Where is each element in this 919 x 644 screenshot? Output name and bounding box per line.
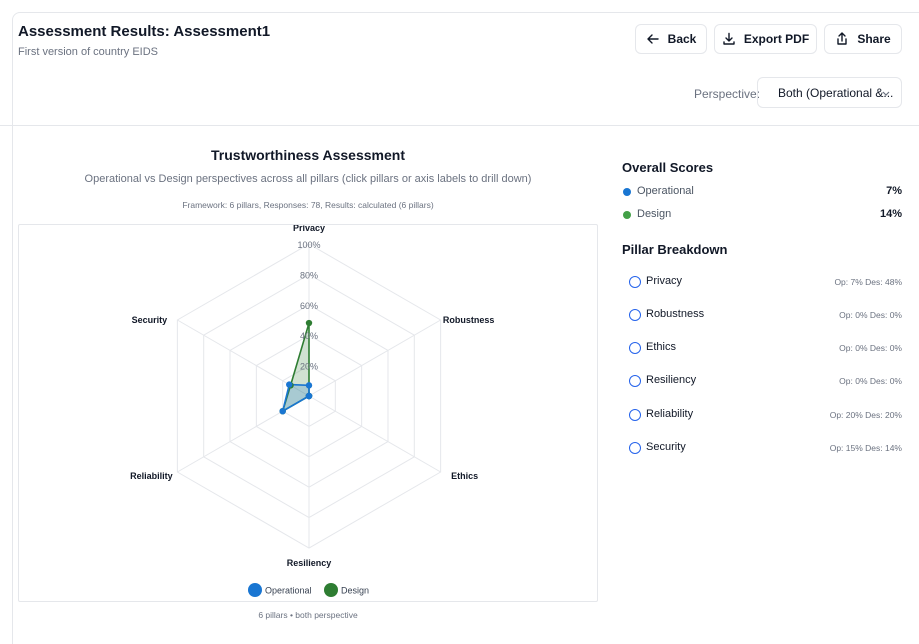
radio-circle-icon — [629, 276, 641, 288]
chart-meta: Framework: 6 pillars, Responses: 78, Res… — [182, 200, 434, 210]
export-pdf-label: Export PDF — [743, 32, 810, 46]
score-row-design: Design 14% — [622, 207, 902, 225]
radial-tick-label: 40% — [300, 331, 318, 341]
radio-circle-icon — [629, 309, 641, 321]
radio-circle-icon — [629, 442, 641, 454]
radio-circle-icon — [629, 342, 641, 354]
radial-tick-label: 100% — [297, 240, 320, 250]
radar-chart: 20% 40% 60% 80% 100% Privacy Robustness Ethics R… — [130, 225, 495, 597]
pillar-row-resiliency[interactable]: Resiliency Op: 0% Des: 0% — [622, 369, 902, 393]
share-icon — [837, 32, 848, 45]
pillar-label: Security — [646, 441, 686, 453]
score-label: Design — [637, 208, 672, 220]
score-value: 14% — [879, 208, 902, 220]
back-button[interactable]: Back — [635, 24, 707, 54]
grid-spoke — [308, 395, 441, 473]
chart-title: Trustworthiness Assessment — [211, 147, 405, 163]
legend-swatch-operational — [248, 583, 262, 597]
pillar-row-ethics[interactable]: Ethics Op: 0% Des: 0% — [622, 336, 902, 360]
operational-dot-icon — [623, 188, 631, 196]
score-row-operational: Operational 7% — [622, 184, 902, 202]
pillar-values: Op: 0% Des: 0% — [839, 310, 902, 320]
axis-label-reliability[interactable]: Reliability — [130, 471, 173, 481]
legend-swatch-design — [324, 583, 338, 597]
share-label: Share — [857, 32, 891, 46]
grid-spoke — [308, 319, 441, 397]
pillar-values: Op: 20% Des: 20% — [829, 410, 902, 420]
page-title: Assessment Results: Assessment1 — [18, 23, 271, 40]
back-label: Back — [667, 32, 697, 46]
radial-tick-label: 80% — [300, 270, 318, 280]
perspective-select[interactable]: Both (Operational &... — [757, 77, 902, 108]
score-label: Operational — [637, 185, 694, 197]
axis-label-robustness[interactable]: Robustness — [443, 315, 495, 325]
pillar-values: Op: 0% Des: 0% — [839, 343, 902, 353]
axis-label-ethics[interactable]: Ethics — [451, 471, 478, 481]
pillar-row-privacy[interactable]: Privacy Op: 7% Des: 48% — [622, 270, 902, 294]
chart-subtitle: Operational vs Design perspectives acros… — [84, 173, 532, 185]
axis-label-resiliency[interactable]: Resiliency — [287, 558, 332, 568]
operational-point — [286, 381, 293, 388]
pillar-label: Privacy — [646, 275, 683, 287]
page-header: Assessment Results: Assessment1 First ve… — [0, 0, 919, 126]
score-value: 7% — [886, 185, 902, 197]
pillar-label: Robustness — [646, 308, 705, 320]
radio-circle-icon — [629, 375, 641, 387]
pillar-values: Op: 0% Des: 0% — [839, 376, 902, 386]
legend-label-design: Design — [341, 586, 369, 596]
pillar-breakdown-title: Pillar Breakdown — [622, 242, 728, 257]
chart-footer: 6 pillars • both perspective — [258, 610, 358, 620]
axis-label-privacy[interactable]: Privacy — [293, 225, 325, 233]
overall-scores-title: Overall Scores — [622, 160, 714, 175]
pillar-label: Reliability — [646, 408, 694, 420]
pillar-row-security[interactable]: Security Op: 15% Des: 14% — [622, 436, 902, 460]
legend-label-operational: Operational — [265, 586, 312, 596]
download-icon — [723, 32, 735, 45]
pillar-row-reliability[interactable]: Reliability Op: 20% Des: 20% — [622, 403, 902, 427]
pillar-row-robustness[interactable]: Robustness Op: 0% Des: 0% — [622, 303, 902, 327]
operational-point — [305, 392, 313, 400]
axis-label-security[interactable]: Security — [132, 315, 168, 325]
perspective-value: Both (Operational &... — [778, 85, 894, 100]
pillar-values: Op: 7% Des: 48% — [834, 277, 902, 287]
radar-chart-container: 20% 40% 60% 80% 100% Privacy Robustness Ethics R… — [18, 224, 598, 602]
design-point — [305, 319, 313, 327]
pillar-label: Ethics — [646, 341, 676, 353]
radial-tick-label: 20% — [300, 362, 318, 372]
page-subtitle: First version of country EIDS — [18, 46, 158, 58]
export-pdf-button[interactable]: Export PDF — [714, 24, 817, 54]
design-dot-icon — [623, 211, 631, 219]
series-area-operational — [281, 383, 310, 412]
chevron-down-icon — [882, 91, 890, 96]
radio-circle-icon — [629, 409, 641, 421]
pillar-label: Resiliency — [646, 374, 697, 386]
radial-tick-label: 60% — [300, 301, 318, 311]
share-button[interactable]: Share — [824, 24, 902, 54]
operational-point — [279, 408, 286, 415]
operational-point — [305, 382, 313, 389]
perspective-label: Perspective: — [694, 87, 761, 101]
pillar-values: Op: 15% Des: 14% — [829, 443, 902, 453]
arrow-left-icon — [646, 34, 659, 44]
